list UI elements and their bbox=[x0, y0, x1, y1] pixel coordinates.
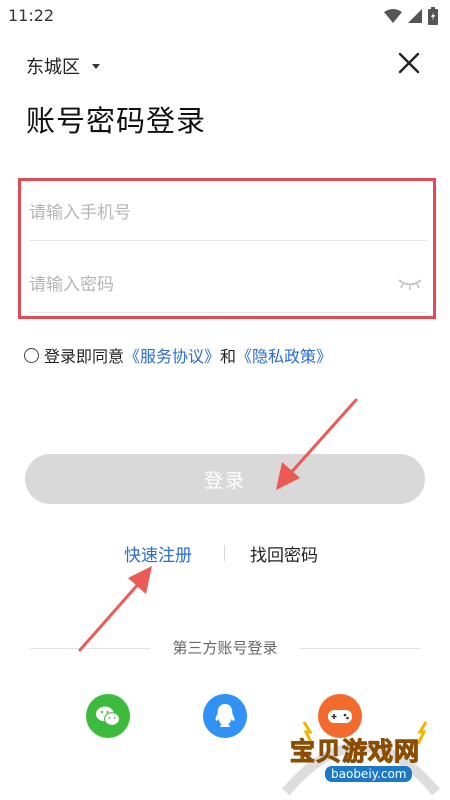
agreement-row: 登录即同意 《服务协议》 和 《隐私政策》 bbox=[24, 343, 332, 367]
service-agreement-link[interactable]: 《服务协议》 bbox=[124, 343, 220, 367]
caret-down-icon bbox=[92, 63, 100, 69]
annotation-arrow-register bbox=[78, 566, 152, 652]
location-selector[interactable]: 东城区 bbox=[26, 53, 100, 79]
status-time: 11:22 bbox=[8, 6, 55, 25]
agreement-conjunction: 和 bbox=[220, 347, 237, 366]
eye-closed-icon[interactable] bbox=[397, 277, 423, 291]
watermark-text: 宝贝游戏网 bbox=[289, 737, 421, 767]
find-password-link[interactable]: 找回密码 bbox=[250, 541, 318, 566]
phone-input[interactable] bbox=[29, 185, 369, 241]
battery-icon bbox=[428, 7, 438, 25]
login-button[interactable]: 登录 bbox=[25, 454, 425, 504]
privacy-policy-link[interactable]: 《隐私政策》 bbox=[236, 343, 332, 367]
login-form-highlight bbox=[18, 178, 436, 319]
divider-line bbox=[300, 648, 420, 649]
password-field bbox=[29, 257, 427, 313]
location-label: 东城区 bbox=[26, 57, 80, 78]
status-bar: 11:22 bbox=[0, 0, 450, 32]
phone-field bbox=[29, 185, 427, 241]
watermark-url: baobeiy.com bbox=[325, 766, 413, 782]
wifi-icon bbox=[384, 9, 402, 23]
agreement-prefix: 登录即同意 bbox=[44, 347, 125, 366]
annotation-arrow-login bbox=[276, 398, 358, 490]
page-title: 账号密码登录 bbox=[26, 104, 207, 138]
signal-icon bbox=[408, 9, 422, 23]
qq-icon bbox=[215, 704, 235, 727]
qq-login-button[interactable] bbox=[203, 694, 247, 738]
status-icons bbox=[384, 7, 438, 25]
wechat-login-button[interactable] bbox=[86, 694, 130, 738]
password-input[interactable] bbox=[29, 257, 369, 313]
close-icon[interactable] bbox=[398, 52, 420, 74]
links-row: 快速注册 找回密码 bbox=[0, 541, 450, 567]
divider bbox=[224, 545, 225, 561]
wechat-icon bbox=[96, 706, 120, 726]
agree-radio[interactable] bbox=[24, 347, 39, 363]
